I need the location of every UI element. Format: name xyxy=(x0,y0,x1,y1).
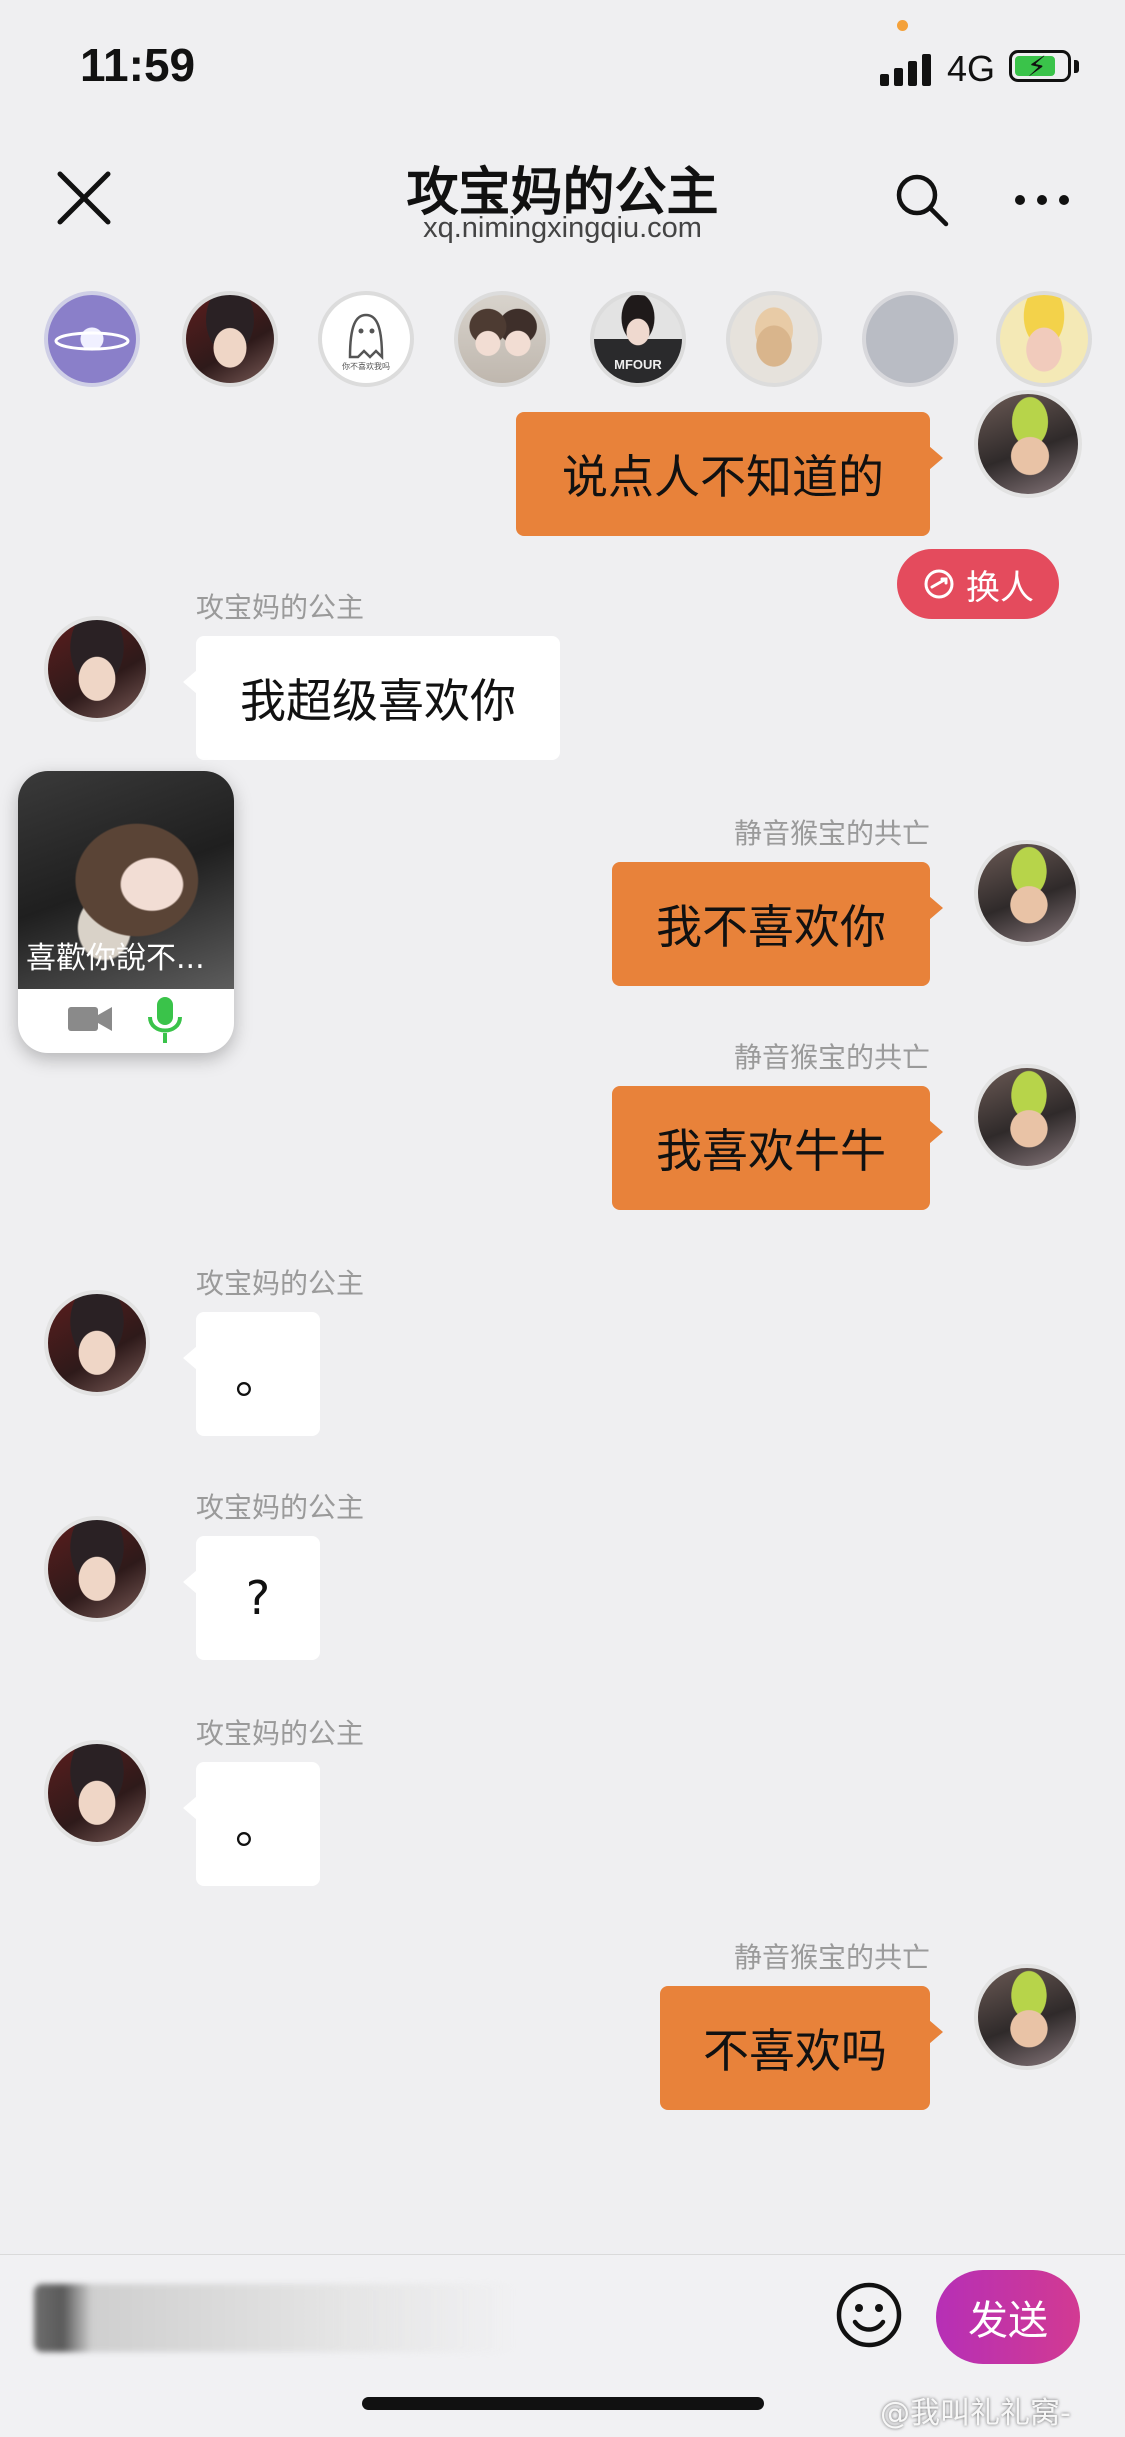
strip-avatar-blank[interactable] xyxy=(862,291,958,387)
sender-name: 静音猴宝的共亡 xyxy=(733,1041,930,1074)
send-button[interactable]: 发送 xyxy=(936,2270,1080,2364)
watermark: @我叫礼礼窝- xyxy=(880,2396,1071,2431)
message-bubble-incoming[interactable]: 。 xyxy=(183,1762,320,1886)
avatar-self[interactable] xyxy=(974,390,1082,498)
avatar-self[interactable] xyxy=(974,1964,1080,2070)
message-bubble-outgoing[interactable]: 我不喜欢你 xyxy=(612,862,943,986)
message-bubble-incoming[interactable]: 。 xyxy=(183,1312,320,1436)
sender-name: 攻宝妈的公主 xyxy=(196,1491,365,1524)
swap-icon xyxy=(924,569,954,599)
sender-name: 攻宝妈的公主 xyxy=(196,591,365,624)
emoji-icon[interactable] xyxy=(834,2280,904,2350)
avatar-partner[interactable] xyxy=(44,1290,150,1396)
sender-name: 攻宝妈的公主 xyxy=(196,1267,365,1300)
avatar-partner[interactable] xyxy=(44,616,150,722)
planet-icon xyxy=(54,331,130,351)
search-icon[interactable] xyxy=(892,170,952,230)
message-bubble-incoming[interactable]: ? xyxy=(183,1536,320,1660)
video-caption: 喜歡你說不... xyxy=(26,941,205,976)
swap-person-button[interactable]: 换人 xyxy=(897,549,1059,619)
strip-avatar-plush[interactable] xyxy=(726,291,822,387)
avatar-partner[interactable] xyxy=(44,1740,150,1846)
message-bubble-outgoing[interactable]: 说点人不知道的 xyxy=(516,412,943,536)
microphone-icon[interactable] xyxy=(146,997,184,1043)
sender-name: 攻宝妈的公主 xyxy=(196,1717,365,1750)
battery-nub xyxy=(1074,60,1079,73)
video-camera-icon[interactable] xyxy=(68,1005,112,1033)
strip-avatar-ghost[interactable]: 你不喜欢我吗 xyxy=(318,291,414,387)
strip-avatar-hoodie[interactable]: MFOUR xyxy=(590,291,686,387)
privacy-indicator-dot xyxy=(897,20,908,31)
message-bubble-outgoing[interactable]: 我喜欢牛牛 xyxy=(612,1086,943,1210)
sender-name: 静音猴宝的共亡 xyxy=(733,817,930,850)
avatar-partner[interactable] xyxy=(44,1516,150,1622)
status-time: 11:59 xyxy=(80,39,196,91)
strip-avatar-planet[interactable] xyxy=(44,291,140,387)
swap-button-label: 换人 xyxy=(966,567,1034,608)
avatar-self[interactable] xyxy=(974,840,1080,946)
ghost-avatar-text: 你不喜欢我吗 xyxy=(342,362,390,371)
message-bubble-incoming[interactable]: 我超级喜欢你 xyxy=(183,636,560,760)
more-icon[interactable] xyxy=(1012,190,1072,210)
battery-icon: ⚡ xyxy=(1009,50,1071,83)
chat-subtitle: xq.nimingxingqiu.com xyxy=(423,212,702,244)
message-input[interactable] xyxy=(34,2284,514,2352)
sender-name: 静音猴宝的共亡 xyxy=(733,1941,930,1974)
strip-avatar-user[interactable] xyxy=(182,291,278,387)
floating-video-window[interactable]: 喜歡你說不... xyxy=(18,771,234,1053)
message-bubble-outgoing[interactable]: 不喜欢吗 xyxy=(660,1986,943,2110)
avatar-self[interactable] xyxy=(974,1064,1080,1170)
home-indicator xyxy=(362,2397,764,2410)
hoodie-text: MFOUR xyxy=(614,357,662,372)
strip-avatar-pair[interactable] xyxy=(454,291,550,387)
network-type: 4G xyxy=(947,48,996,89)
signal-icon xyxy=(880,52,932,86)
strip-avatar-yellowcap[interactable] xyxy=(996,291,1092,387)
